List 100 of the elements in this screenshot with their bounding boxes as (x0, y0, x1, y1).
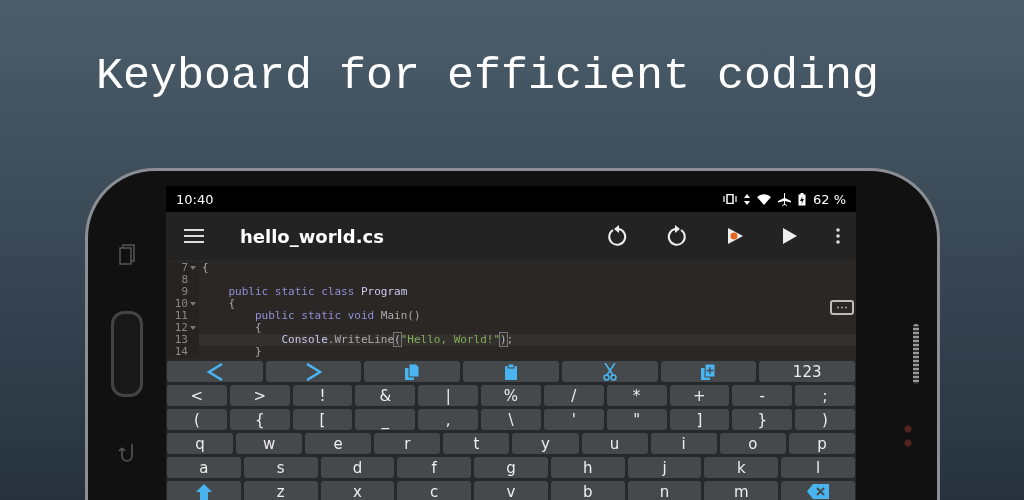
key[interactable]: ' (543, 409, 604, 430)
key[interactable]: m (704, 481, 779, 500)
key[interactable]: [ (292, 409, 353, 430)
key[interactable]: t (443, 433, 510, 454)
menu-icon[interactable] (184, 229, 204, 243)
data-arrows-icon (743, 193, 750, 205)
copy-icon (405, 363, 420, 380)
key[interactable]: c (397, 481, 472, 500)
debug-run-icon[interactable] (726, 227, 744, 245)
key[interactable]: / (543, 385, 604, 406)
key[interactable]: k (704, 457, 779, 478)
line-number: 13 (174, 334, 188, 346)
line-number: 9 (181, 286, 188, 298)
key[interactable]: g (474, 457, 548, 478)
scissors-icon (602, 362, 617, 381)
key[interactable]: ] (669, 409, 730, 430)
key[interactable]: > (229, 385, 290, 406)
key[interactable]: s (243, 457, 318, 478)
code-line: { (227, 298, 236, 310)
fold-caret-icon[interactable] (190, 302, 196, 306)
key[interactable]: ! (292, 385, 353, 406)
backspace-icon (807, 484, 830, 499)
fold-caret-icon[interactable] (190, 266, 196, 270)
key[interactable]: \ (481, 409, 541, 430)
key[interactable]: l (781, 457, 856, 478)
line-number: 8 (181, 274, 188, 286)
line-number: 7 (181, 262, 188, 274)
line-number: 10 (174, 298, 188, 310)
key[interactable]: & (355, 385, 416, 406)
file-title: hello_world.cs (240, 225, 385, 247)
line-number: 14 (174, 346, 188, 358)
line-number: 11 (174, 310, 188, 322)
ellipsis-icon (836, 306, 848, 309)
key[interactable]: o (719, 433, 786, 454)
clipboard-icon (505, 363, 517, 380)
key[interactable]: x (320, 481, 395, 500)
key[interactable]: { (229, 409, 290, 430)
key[interactable]: * (606, 385, 667, 406)
key[interactable]: p (788, 433, 855, 454)
key[interactable]: " (606, 409, 667, 430)
key[interactable]: f (397, 457, 472, 478)
key[interactable]: < (167, 385, 227, 406)
key[interactable]: n (627, 481, 702, 500)
key[interactable]: } (732, 409, 793, 430)
key[interactable]: d (320, 457, 395, 478)
copy-key[interactable] (364, 361, 461, 382)
key[interactable]: + (669, 385, 730, 406)
key[interactable]: _ (355, 409, 416, 430)
clock: 10:40 (176, 191, 214, 207)
key[interactable]: y (512, 433, 579, 454)
key[interactable]: - (732, 385, 793, 406)
left-key[interactable] (167, 361, 263, 382)
run-icon[interactable] (782, 227, 798, 245)
shift-arrow-icon (195, 483, 212, 500)
key[interactable]: | (418, 385, 479, 406)
key[interactable]: z (243, 481, 318, 500)
code-line: public static void Main() (253, 310, 421, 322)
key[interactable]: a (167, 457, 241, 478)
more-options-icon[interactable] (836, 228, 840, 244)
key[interactable]: ) (795, 409, 855, 430)
duplicate-icon (701, 363, 716, 380)
key[interactable]: ( (167, 409, 227, 430)
battery-percentage: 62 % (812, 191, 846, 207)
key[interactable]: v (474, 481, 548, 500)
airplane-icon (777, 192, 791, 206)
key[interactable]: % (481, 385, 541, 406)
more-button[interactable] (830, 300, 854, 315)
code-editor[interactable]: 7 { 8 9 public static class Program 10 { 11 public static void Main() 12 { 13 Console.WriteLine("Hello, World!"); 14 } (166, 260, 856, 360)
cut-key[interactable] (561, 361, 658, 382)
key[interactable]: q (167, 433, 234, 454)
key[interactable]: r (374, 433, 441, 454)
code-line: { (201, 262, 209, 274)
key[interactable]: h (550, 457, 625, 478)
code-line: public static class Program (227, 286, 408, 298)
vibrate-icon (722, 194, 737, 204)
back-icon (118, 442, 136, 464)
wifi-icon (756, 193, 771, 205)
key[interactable]: j (627, 457, 702, 478)
duplicate-key[interactable] (660, 361, 757, 382)
key[interactable]: , (418, 409, 479, 430)
code-line: { (253, 322, 262, 334)
key[interactable]: 123 (759, 361, 856, 382)
backspace-key[interactable] (781, 481, 856, 500)
key[interactable]: b (550, 481, 625, 500)
left-chevron-icon (206, 362, 223, 381)
key[interactable]: ; (795, 385, 855, 406)
key[interactable]: u (581, 433, 648, 454)
redo-icon[interactable] (666, 225, 688, 247)
paste-key[interactable] (463, 361, 559, 382)
shift-key[interactable] (167, 481, 241, 500)
fold-caret-icon[interactable] (190, 326, 196, 330)
sensor-dots (903, 424, 913, 448)
battery-icon (797, 192, 806, 206)
key[interactable]: e (305, 433, 372, 454)
undo-icon[interactable] (606, 225, 628, 247)
code-line: } (253, 346, 262, 358)
key[interactable]: w (236, 433, 303, 454)
key[interactable]: i (650, 433, 717, 454)
headline: Keyboard for efficient coding (95, 50, 881, 104)
right-key[interactable] (265, 361, 362, 382)
